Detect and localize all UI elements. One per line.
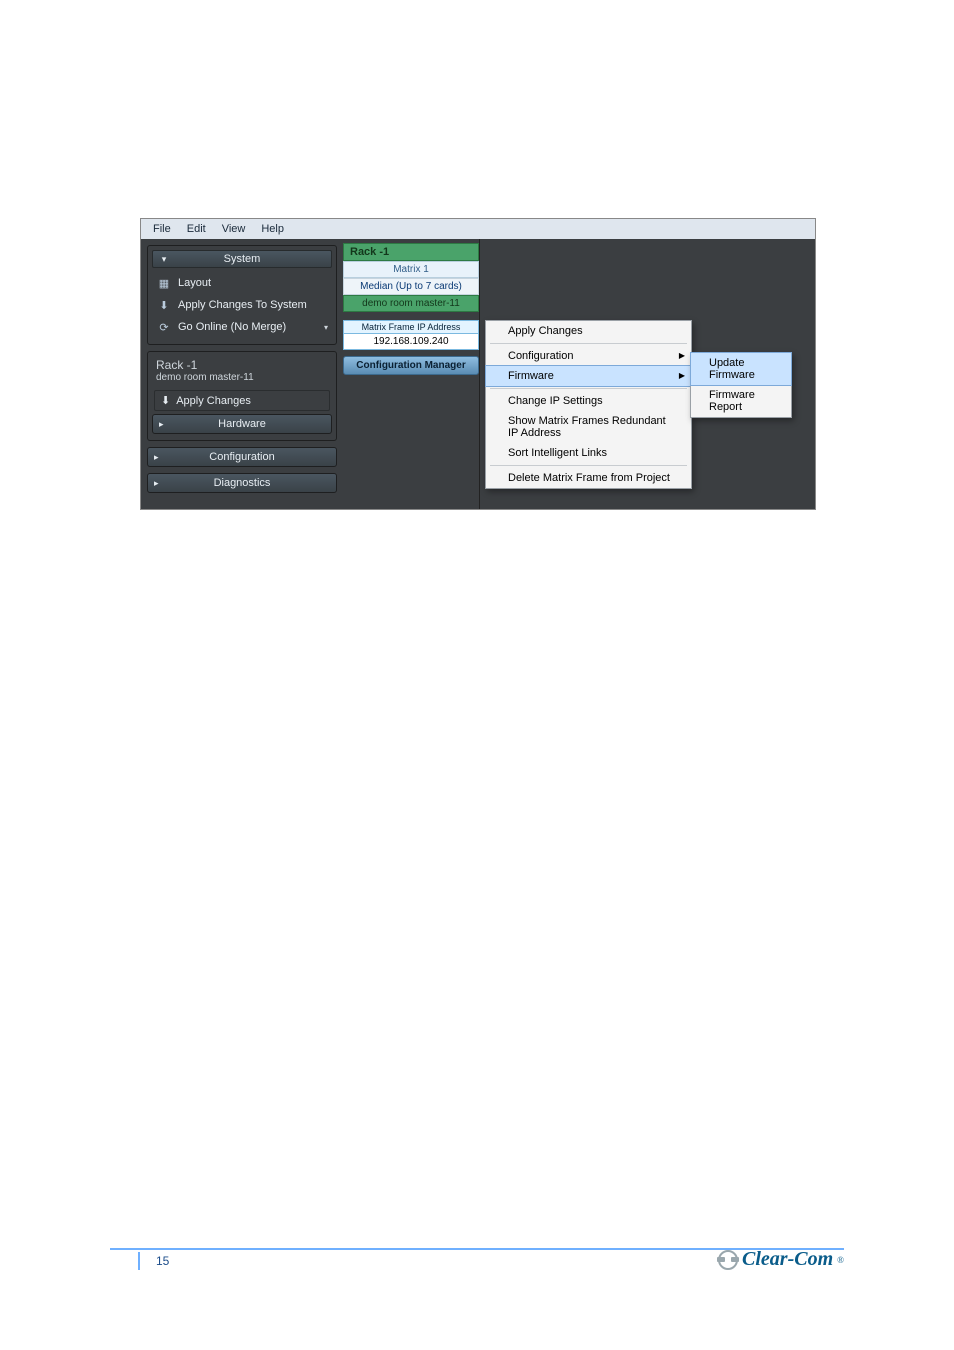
- hardware-panel-header[interactable]: ▸ Hardware: [152, 414, 332, 434]
- sync-icon: ⟳: [156, 319, 172, 335]
- submenu-arrow-icon: ▶: [679, 351, 685, 360]
- left-panel-column: ▾ System ▦ Layout ⬇ Apply Changes To Sys…: [141, 239, 343, 509]
- ctx-apply-changes[interactable]: Apply Changes: [486, 321, 691, 341]
- menu-bar: File Edit View Help: [141, 219, 815, 239]
- system-panel-title: System: [224, 253, 261, 265]
- sidebar-item-apply-changes-system[interactable]: ⬇ Apply Changes To System: [152, 294, 332, 316]
- sidebar-item-label: Apply Changes To System: [178, 299, 307, 311]
- registered-mark: ®: [837, 1255, 844, 1265]
- diagnostics-panel-header[interactable]: ▸ Diagnostics: [147, 473, 337, 493]
- sidebar-item-label: Go Online (No Merge): [178, 321, 286, 333]
- menu-separator: [490, 343, 687, 344]
- page-number: 15: [138, 1252, 169, 1270]
- ip-address-label: Matrix Frame IP Address: [343, 320, 479, 334]
- menu-separator: [490, 465, 687, 466]
- submenu-update-firmware[interactable]: Update Firmware: [690, 352, 792, 386]
- rack-panel-title: Rack -1: [152, 356, 332, 372]
- configuration-manager-button[interactable]: Configuration Manager: [343, 356, 479, 375]
- layout-icon: ▦: [156, 275, 172, 291]
- matrix-name-field[interactable]: Matrix 1: [343, 261, 479, 278]
- menu-file[interactable]: File: [145, 223, 179, 235]
- submenu-firmware-report[interactable]: Firmware Report: [691, 385, 791, 417]
- context-menu: Apply Changes Configuration ▶ Firmware ▶…: [485, 320, 692, 489]
- system-panel: ▾ System ▦ Layout ⬇ Apply Changes To Sys…: [147, 245, 337, 345]
- ctx-change-ip[interactable]: Change IP Settings: [486, 391, 691, 411]
- configuration-panel-title: Configuration: [209, 451, 274, 463]
- apply-changes-label: Apply Changes: [176, 395, 251, 407]
- sidebar-item-label: Layout: [178, 277, 211, 289]
- matrix-room-field[interactable]: demo room master-11: [343, 295, 479, 312]
- caret-down-icon: ▾: [159, 254, 169, 264]
- ctx-configuration[interactable]: Configuration ▶: [486, 346, 691, 366]
- ctx-delete-frame[interactable]: Delete Matrix Frame from Project: [486, 468, 691, 488]
- logo-icon: [718, 1250, 738, 1270]
- caret-right-icon: ▸: [159, 419, 164, 430]
- diagnostics-panel-title: Diagnostics: [214, 477, 271, 489]
- apply-changes-button[interactable]: ⬇ Apply Changes: [154, 390, 330, 411]
- system-panel-header[interactable]: ▾ System: [152, 250, 332, 268]
- firmware-submenu: Update Firmware Firmware Report: [690, 352, 792, 418]
- download-icon: ⬇: [156, 297, 172, 313]
- hardware-panel-title: Hardware: [218, 418, 266, 430]
- rack-panel-subtitle: demo room master-11: [152, 372, 332, 387]
- caret-right-icon: ▸: [154, 452, 159, 463]
- ctx-firmware-label: Firmware: [508, 370, 554, 382]
- dropdown-arrow-icon: ▾: [324, 323, 328, 332]
- brand-logo: Clear-Com ®: [718, 1248, 844, 1271]
- caret-right-icon: ▸: [154, 478, 159, 489]
- ip-address-value[interactable]: 192.168.109.240: [343, 334, 479, 350]
- menu-view[interactable]: View: [214, 223, 254, 235]
- menu-separator: [490, 388, 687, 389]
- menu-edit[interactable]: Edit: [179, 223, 214, 235]
- ctx-show-redundant[interactable]: Show Matrix Frames Redundant IP Address: [486, 411, 691, 443]
- rack-detail-column: Rack -1 Matrix 1 Median (Up to 7 cards) …: [343, 239, 480, 509]
- app-window: File Edit View Help ▾ System ▦ Layout ⬇ …: [140, 218, 816, 510]
- matrix-cards-field[interactable]: Median (Up to 7 cards): [343, 278, 479, 295]
- submenu-arrow-icon: ▶: [679, 371, 685, 380]
- download-icon: ⬇: [161, 394, 170, 407]
- rack-title-bar[interactable]: Rack -1: [343, 243, 479, 261]
- configuration-panel-header[interactable]: ▸ Configuration: [147, 447, 337, 467]
- brand-name: Clear-Com: [742, 1248, 833, 1271]
- sidebar-item-layout[interactable]: ▦ Layout: [152, 272, 332, 294]
- sidebar-item-go-online[interactable]: ⟳ Go Online (No Merge) ▾: [152, 316, 332, 338]
- ctx-configuration-label: Configuration: [508, 350, 573, 362]
- ctx-sort-links[interactable]: Sort Intelligent Links: [486, 443, 691, 463]
- ctx-firmware[interactable]: Firmware ▶: [485, 365, 692, 387]
- menu-help[interactable]: Help: [253, 223, 292, 235]
- rack-panel: Rack -1 demo room master-11 ⬇ Apply Chan…: [147, 351, 337, 441]
